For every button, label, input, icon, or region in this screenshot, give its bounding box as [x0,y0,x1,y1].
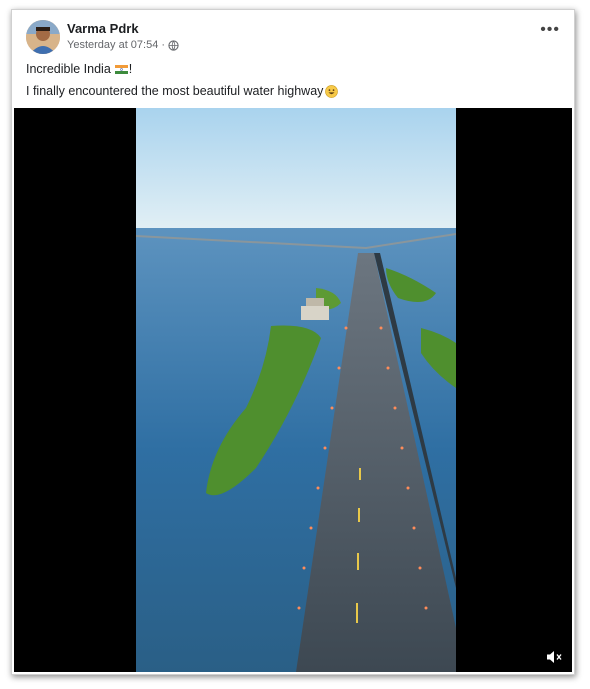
video-frame [136,108,456,672]
post-text-line2: I finally encountered the most beautiful… [26,84,339,98]
speaker-muted-icon[interactable] [546,650,564,664]
post-meta: Yesterday at 07:54 · [67,39,179,51]
author-avatar[interactable] [26,20,60,54]
video-player[interactable] [14,108,572,672]
post-header: Varma Pdrk Yesterday at 07:54 · ••• Incr… [12,10,574,110]
post-text-line1-suffix: ! [128,62,133,76]
author-name[interactable]: Varma Pdrk [67,21,139,36]
post-text-line1: Incredible India ! [26,62,132,76]
india-flag-icon [114,64,128,74]
grinning-face-icon [325,84,339,98]
more-options-icon[interactable]: ••• [540,22,560,38]
meta-separator: · [161,39,166,51]
globe-icon[interactable] [168,39,179,51]
avatar-image [26,20,60,54]
post-text-line2-content: I finally encountered the most beautiful… [26,84,324,98]
post-card: Varma Pdrk Yesterday at 07:54 · ••• Incr… [11,9,575,675]
post-timestamp[interactable]: Yesterday at 07:54 [67,39,158,51]
post-text-line1-prefix: Incredible India [26,62,111,76]
